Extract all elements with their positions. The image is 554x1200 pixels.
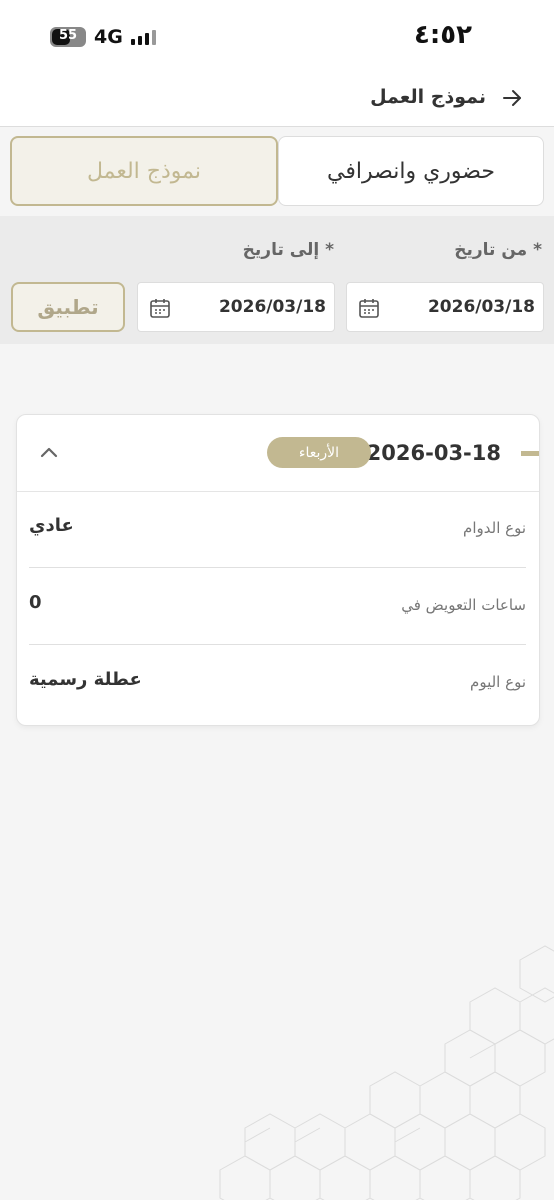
tab-work-model[interactable]: نموذج العمل [10,136,278,206]
date-filter: من تاريخ * إلى تاريخ * 2026/03/18 2026/0… [0,216,554,344]
from-date-value: 2026/03/18 [427,297,535,317]
calendar-icon [150,299,170,318]
tab-attendance[interactable]: حضوري وانصرافي [278,136,544,206]
from-date-field[interactable]: 2026/03/18 [346,282,544,332]
chevron-up-icon[interactable] [37,441,61,465]
compensation-label: ساعات التعويض في [401,596,526,614]
status-time: ٤:٥٢ [413,20,472,50]
accent-bar [521,451,539,456]
record-date: 2026-03-18 [366,441,501,465]
detail-row-shift-type: نوع الدوام عادي [29,491,526,568]
arrow-right-icon[interactable] [500,86,524,110]
to-date-label: إلى تاريخ * [242,240,334,260]
card-header[interactable]: 2026-03-18 الأربعاء [17,415,539,492]
compensation-value: 0 [29,592,42,613]
to-date-value: 2026/03/18 [218,297,326,317]
day-type-label: نوع اليوم [470,673,526,691]
shift-type-label: نوع الدوام [463,519,526,537]
detail-row-compensation: ساعات التعويض في 0 [29,568,526,645]
detail-row-day-type: نوع اليوم عطلة رسمية [29,645,526,721]
tab-bar: حضوري وانصرافي نموذج العمل [10,136,544,206]
page-title: نموذج العمل [370,86,486,108]
calendar-icon [359,299,379,318]
signal-icon [130,29,156,45]
day-badge: الأربعاء [267,437,371,468]
work-record-card: 2026-03-18 الأربعاء نوع الدوام عادي ساعا… [16,414,540,726]
apply-button[interactable]: تطبيق [11,282,125,332]
status-bar: 55 4G ٤:٥٢ [0,0,554,72]
network-type: 4G [94,26,123,48]
day-type-value: عطلة رسمية [29,669,142,690]
battery-percent: 55 [58,28,78,43]
status-indicators: 55 4G [50,26,156,48]
battery-icon: 55 [50,27,86,47]
shift-type-value: عادي [29,515,74,536]
from-date-label: من تاريخ * [454,240,542,260]
to-date-field[interactable]: 2026/03/18 [137,282,335,332]
app-header: نموذج العمل [0,72,554,127]
background-pattern [219,945,554,1200]
